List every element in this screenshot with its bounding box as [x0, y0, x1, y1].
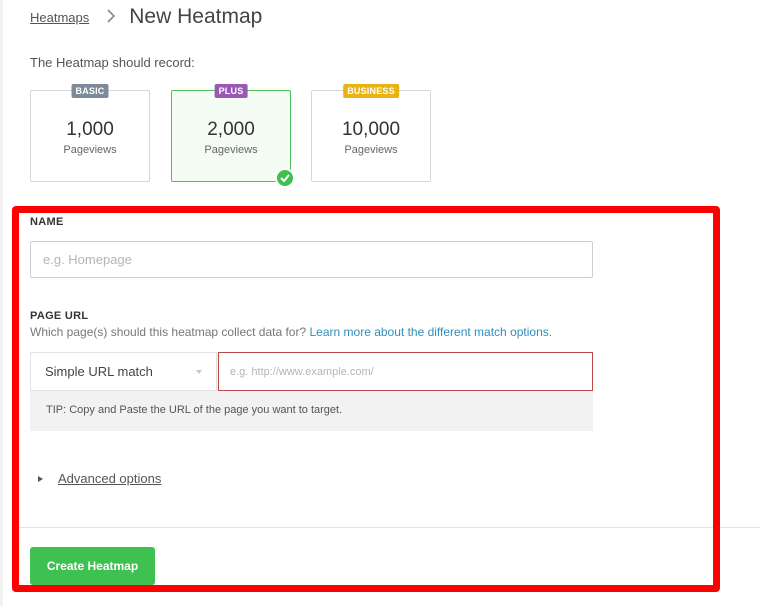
url-tip-text: TIP: Copy and Paste the URL of the page …: [46, 404, 343, 416]
page-url-label: PAGE URL: [30, 310, 89, 322]
page-url-help-text: Which page(s) should this heatmap collec…: [30, 325, 307, 339]
url-match-type-select[interactable]: Simple URL match: [30, 352, 217, 391]
name-label: NAME: [30, 216, 64, 228]
plan-business-card[interactable]: BUSINESS 10,000 Pageviews: [311, 84, 431, 182]
create-heatmap-button[interactable]: Create Heatmap: [30, 547, 155, 585]
chevron-right-icon: [107, 8, 116, 26]
learn-more-link[interactable]: Learn more about the different match opt…: [310, 325, 553, 339]
record-label: The Heatmap should record:: [30, 55, 195, 70]
plan-pageviews-value: 1,000: [66, 119, 114, 140]
plan-badge: PLUS: [214, 84, 248, 98]
plan-pageviews-unit: Pageviews: [204, 144, 258, 156]
url-match-type-value: Simple URL match: [45, 364, 153, 379]
plan-badge: BUSINESS: [343, 84, 399, 98]
advanced-options-label: Advanced options: [58, 471, 162, 486]
plan-basic-card[interactable]: BASIC 1,000 Pageviews: [30, 84, 150, 182]
dropdown-arrow-icon: [196, 370, 202, 374]
left-edge-strip: [0, 0, 3, 606]
plan-pageviews-value: 10,000: [341, 119, 401, 140]
checkmark-icon: [275, 168, 295, 188]
plan-badge: BASIC: [71, 84, 109, 98]
page-url-input[interactable]: [218, 352, 593, 391]
name-input[interactable]: [30, 241, 593, 278]
caret-right-icon: [38, 475, 43, 482]
breadcrumb: Heatmaps New Heatmap: [30, 1, 262, 33]
breadcrumb-heatmaps-link[interactable]: Heatmaps: [30, 10, 89, 25]
page-url-help: Which page(s) should this heatmap collec…: [30, 325, 552, 339]
advanced-options-toggle[interactable]: Advanced options: [38, 471, 161, 486]
form-divider: [19, 527, 760, 528]
plan-pageviews-unit: Pageviews: [63, 144, 117, 156]
plan-plus-card[interactable]: PLUS 2,000 Pageviews: [171, 84, 295, 188]
plan-pageviews-unit: Pageviews: [344, 144, 398, 156]
page-title: New Heatmap: [129, 5, 263, 28]
plan-pageviews-value: 2,000: [207, 119, 255, 140]
